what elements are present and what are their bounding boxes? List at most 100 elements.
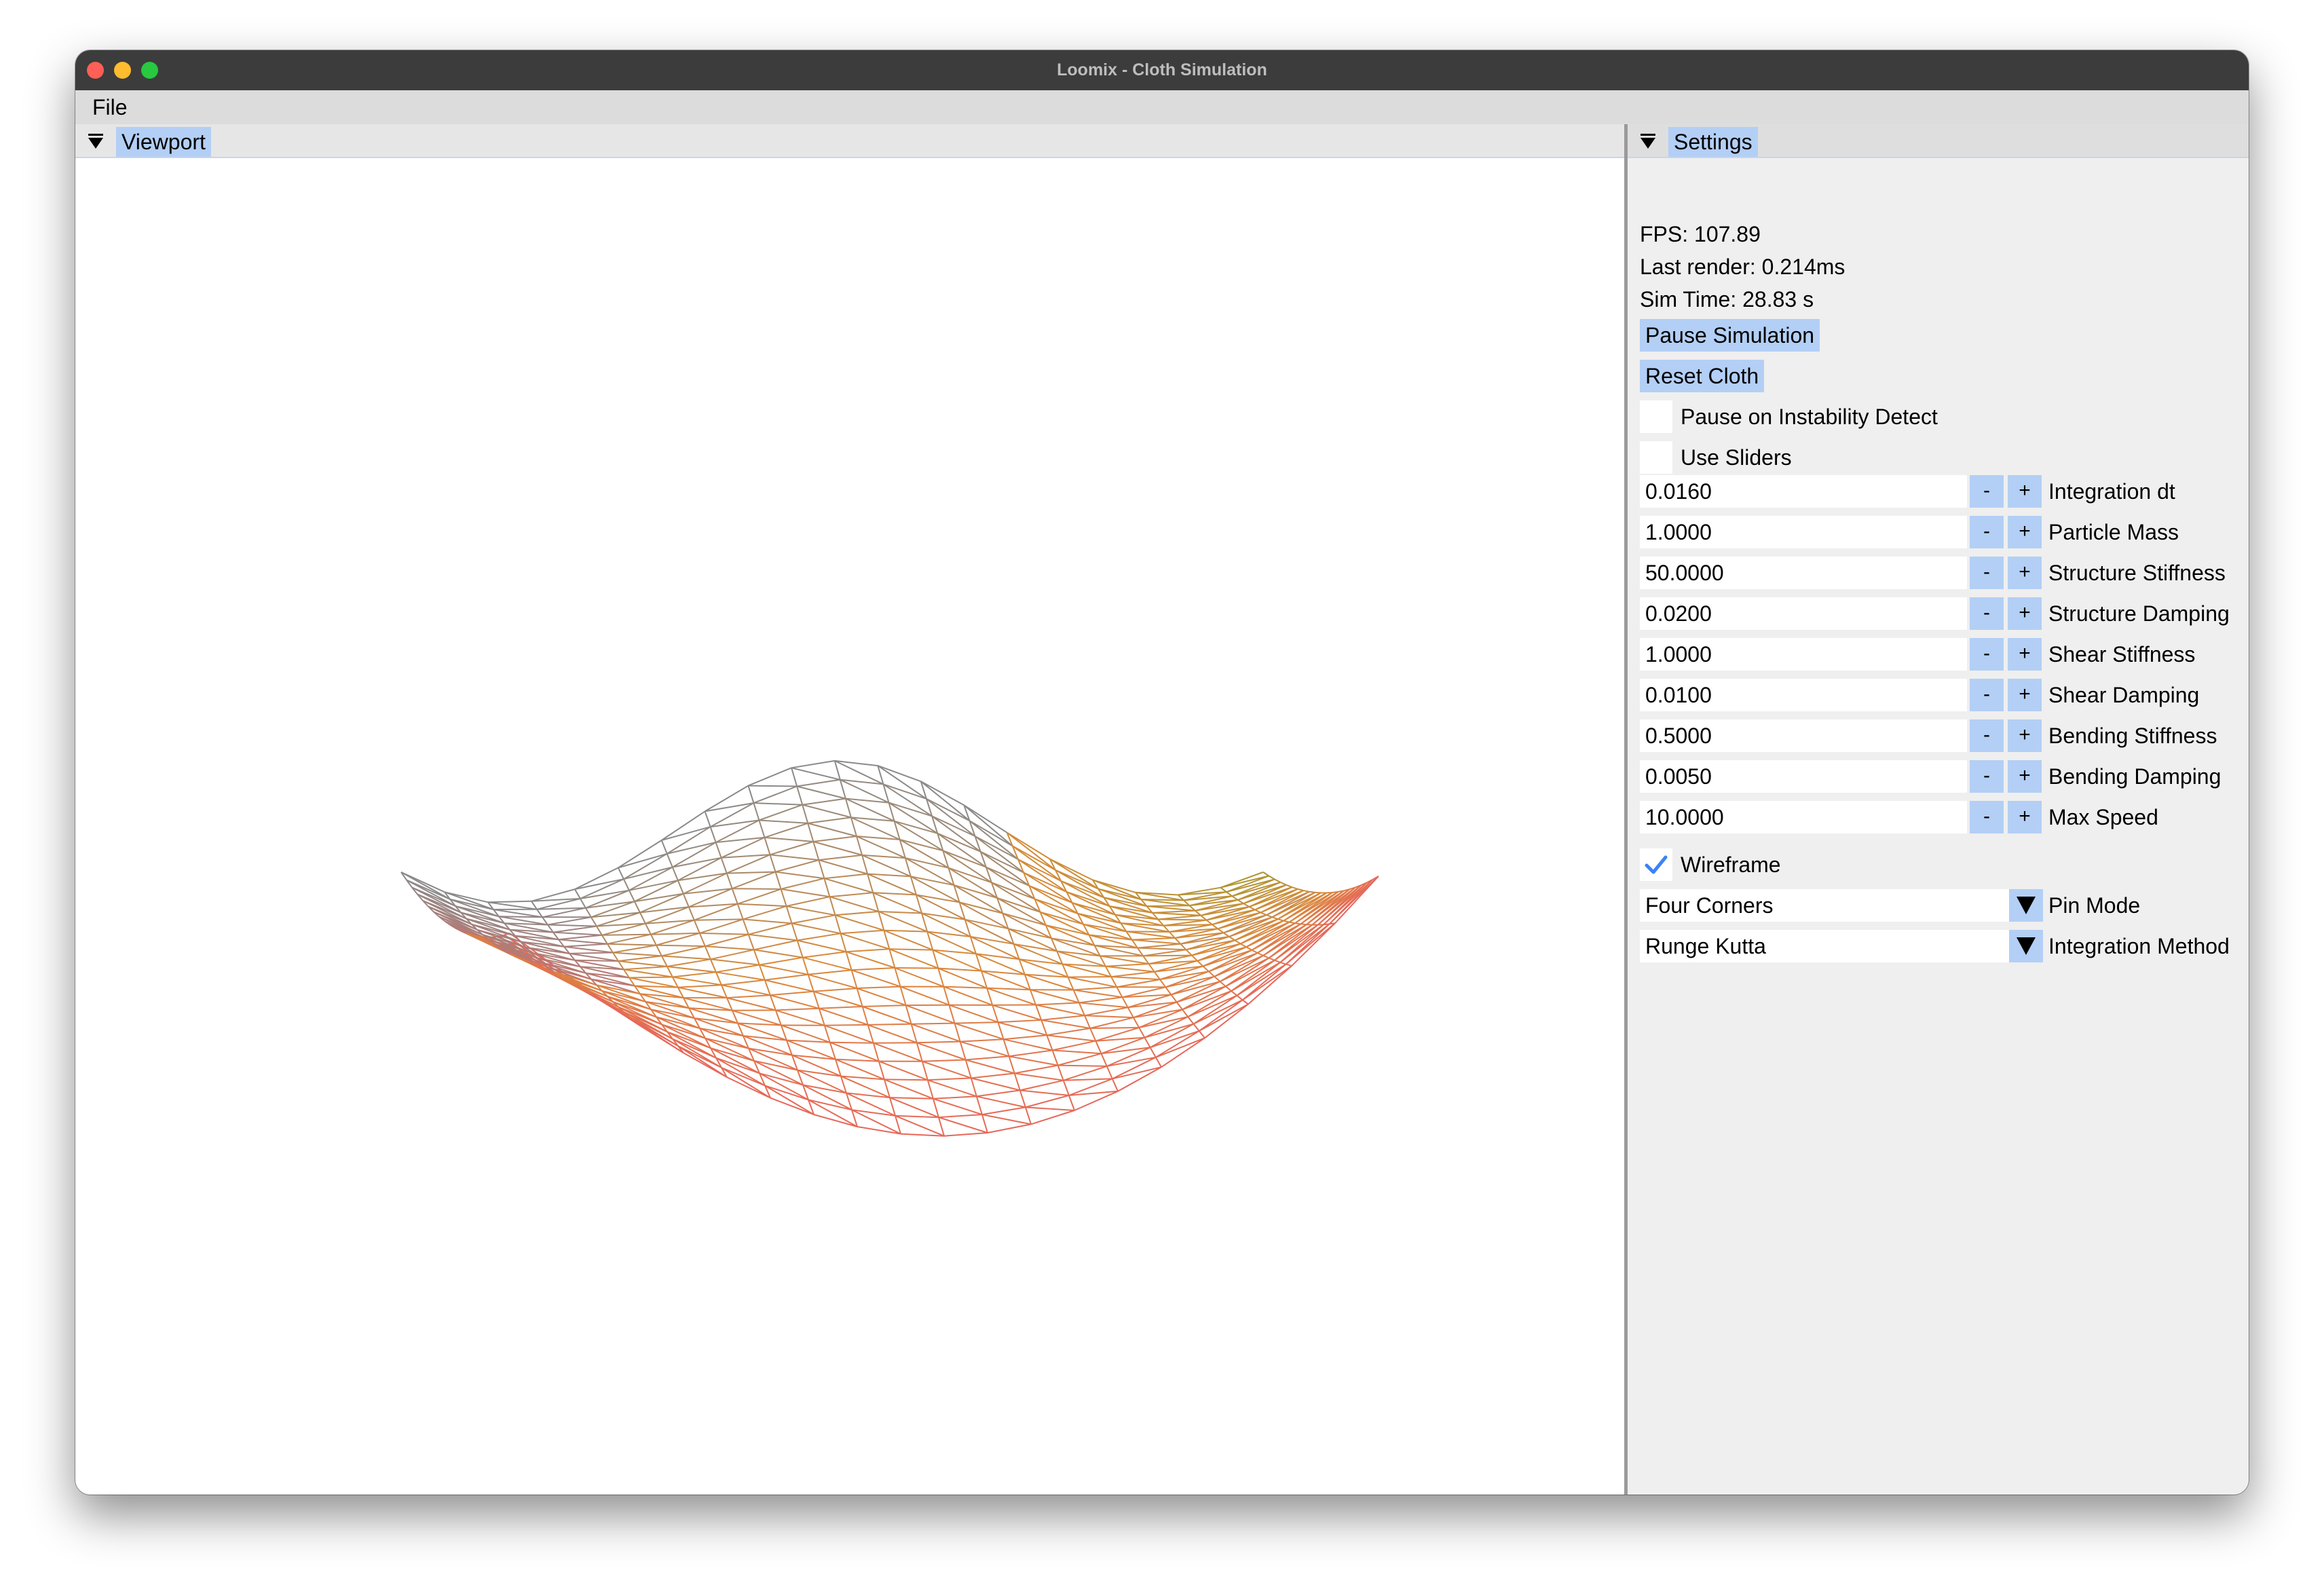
cloth-edge: [802, 951, 846, 958]
particle-mass-input[interactable]: [1640, 516, 1967, 548]
menu-file[interactable]: File: [92, 90, 128, 124]
bending-stiffness-decrement-button[interactable]: -: [1970, 719, 2004, 752]
tab-settings[interactable]: Settings: [1668, 127, 1758, 157]
use-sliders-checkbox-row[interactable]: Use Sliders: [1640, 441, 2249, 474]
cloth-edge: [1047, 1034, 1096, 1042]
cloth-edge: [1205, 919, 1213, 925]
cloth-edge: [1268, 875, 1275, 880]
cloth-edge: [895, 967, 939, 969]
cloth-edge: [1257, 952, 1264, 956]
bending-damping-input[interactable]: [1640, 760, 1967, 793]
shear-stiffness-decrement-button[interactable]: -: [1970, 638, 2004, 671]
cloth-edge: [807, 823, 814, 842]
shear-damping-input[interactable]: [1640, 679, 1967, 711]
wireframe-checkbox[interactable]: [1640, 848, 1672, 881]
pin-mode-combo-row[interactable]: Four Corners Pin Mode: [1640, 889, 2249, 922]
shear-stiffness-input[interactable]: [1640, 638, 1967, 671]
cloth-edge: [905, 1005, 955, 1024]
cloth-edge: [834, 915, 842, 934]
tab-viewport[interactable]: Viewport: [116, 127, 211, 157]
cloth-edge: [1051, 1050, 1059, 1066]
cloth-edge: [1025, 1106, 1075, 1111]
integration-method-combo-row[interactable]: Runge Kutta Integration Method: [1640, 930, 2249, 962]
pause-on-instability-checkbox-row[interactable]: Pause on Instability Detect: [1640, 400, 2249, 433]
viewport-panel[interactable]: Viewport: [75, 124, 1624, 1495]
cloth-edge: [796, 940, 804, 958]
bending-damping-decrement-button[interactable]: -: [1970, 760, 2004, 793]
cloth-edge: [1303, 890, 1310, 893]
structure-damping-input[interactable]: [1640, 597, 1967, 630]
pin-mode-dropdown-button[interactable]: [2009, 889, 2043, 922]
shear-stiffness-increment-button[interactable]: +: [2008, 638, 2042, 671]
cloth-edge: [775, 1007, 819, 1011]
cloth-edge: [1149, 1047, 1157, 1058]
cloth-edge: [747, 785, 755, 804]
cloth-edge: [851, 967, 895, 971]
bending-damping-increment-button[interactable]: +: [2008, 760, 2042, 793]
wireframe-checkbox-row[interactable]: Wireframe: [1640, 848, 2249, 881]
integration-dt-label: Integration dt: [2048, 479, 2175, 504]
cloth-edge: [1155, 1030, 1200, 1058]
cloth-wireframe-render[interactable]: [75, 160, 1624, 1493]
cloth-edge: [775, 859, 819, 873]
title-bar[interactable]: Loomix - Cloth Simulation: [75, 50, 2249, 90]
cloth-edge: [753, 949, 760, 965]
max-speed-input[interactable]: [1640, 801, 1967, 833]
cloth-edge: [1286, 884, 1292, 888]
cloth-edge: [938, 1114, 982, 1119]
cloth-edge: [1084, 1015, 1091, 1029]
structure-stiffness-input[interactable]: [1640, 557, 1967, 589]
cloth-edge: [835, 1058, 879, 1062]
cloth-edge: [667, 842, 716, 855]
cloth-edge: [1117, 1066, 1162, 1092]
cloth-edge: [954, 1022, 1004, 1040]
structure-damping-decrement-button[interactable]: -: [1970, 597, 2004, 630]
integration-dt-input[interactable]: [1640, 475, 1967, 508]
cloth-edge: [1176, 1001, 1183, 1011]
structure-stiffness-increment-button[interactable]: +: [2008, 557, 2042, 589]
cloth-edge: [861, 855, 869, 874]
pause-on-instability-checkbox[interactable]: [1640, 400, 1672, 433]
last-render-readout: Last render: 0.214ms: [1640, 255, 1845, 279]
cloth-edge: [933, 1097, 983, 1116]
use-sliders-checkbox[interactable]: [1640, 441, 1672, 474]
cloth-edge: [975, 1096, 983, 1115]
particle-mass-increment-button[interactable]: +: [2008, 516, 2042, 548]
max-speed-increment-button[interactable]: +: [2008, 801, 2042, 833]
collapse-triangle-icon[interactable]: [1638, 132, 1657, 151]
integration-method-dropdown-button[interactable]: [2009, 930, 2043, 962]
cloth-edge: [688, 906, 695, 921]
cloth-edge: [699, 1028, 744, 1037]
cloth-edge: [569, 952, 613, 954]
pause-simulation-button[interactable]: Pause Simulation: [1640, 319, 1820, 352]
cloth-edge: [694, 918, 743, 921]
bending-stiffness-increment-button[interactable]: +: [2008, 719, 2042, 752]
structure-damping-increment-button[interactable]: +: [2008, 597, 2042, 630]
cloth-edge: [877, 765, 927, 800]
cloth-edge: [921, 1061, 929, 1081]
cloth-edge: [709, 826, 717, 843]
cloth-edge: [558, 939, 607, 945]
cloth-edge: [824, 1024, 868, 1026]
integration-dt-increment-button[interactable]: +: [2008, 475, 2042, 508]
pin-mode-select[interactable]: Four Corners: [1640, 889, 2009, 922]
cloth-edge: [867, 873, 917, 896]
cloth-edge: [1078, 1002, 1085, 1016]
cloth-edge: [943, 1132, 988, 1137]
cloth-edge: [813, 990, 863, 1007]
cloth-edge: [774, 1010, 782, 1026]
integration-dt-decrement-button[interactable]: -: [1970, 475, 2004, 508]
cloth-edge: [840, 933, 847, 952]
integration-method-select[interactable]: Runge Kutta: [1640, 930, 2009, 962]
cloth-edge: [677, 984, 721, 988]
max-speed-decrement-button[interactable]: -: [1970, 801, 2004, 833]
reset-cloth-button[interactable]: Reset Cloth: [1640, 360, 1765, 392]
structure-stiffness-decrement-button[interactable]: -: [1970, 557, 2004, 589]
cloth-edge: [693, 920, 700, 934]
cloth-edge: [1197, 960, 1204, 967]
particle-mass-decrement-button[interactable]: -: [1970, 516, 2004, 548]
shear-damping-decrement-button[interactable]: -: [1970, 679, 2004, 711]
bending-stiffness-input[interactable]: [1640, 719, 1967, 752]
shear-damping-increment-button[interactable]: +: [2008, 679, 2042, 711]
collapse-triangle-icon[interactable]: [86, 132, 105, 151]
